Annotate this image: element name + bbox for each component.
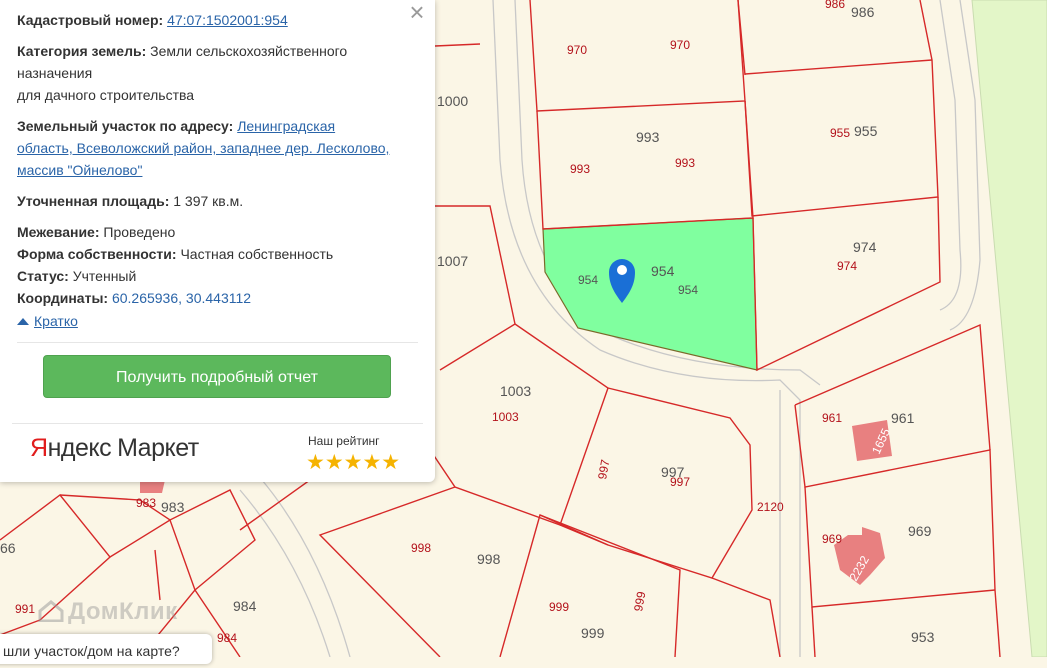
address-link-line2[interactable]: область, Всеволожский район, западнее де…	[17, 140, 389, 156]
plot-label: 2120	[757, 500, 784, 514]
coords-label: Координаты:	[17, 290, 109, 306]
plot-label: 954	[578, 273, 598, 287]
address-link[interactable]: Ленинградская	[237, 118, 335, 134]
address-label: Земельный участок по адресу:	[17, 118, 234, 134]
plot-label: 993	[636, 129, 660, 145]
area-value: 1 397 кв.м.	[173, 193, 244, 209]
plot-label: 983	[136, 496, 156, 510]
plot-label: 986	[825, 0, 845, 11]
plot-label: 969	[908, 523, 932, 539]
plot-label: 961	[822, 411, 842, 425]
plot-label: 998	[477, 551, 501, 567]
plot-label: 969	[822, 532, 842, 546]
plot-label: 954	[651, 263, 675, 279]
category-row: Категория земель: Земли сельскохозяйстве…	[17, 40, 417, 62]
category-label: Категория земель:	[17, 43, 147, 59]
plot-label: 993	[675, 156, 695, 170]
divider	[12, 423, 423, 424]
plot-label: 999	[581, 625, 605, 641]
survey-value: Проведено	[103, 224, 176, 240]
collapse-toggle-label[interactable]: Кратко	[34, 313, 78, 329]
watermark-text: ДомКлик	[68, 598, 178, 625]
cadastral-link[interactable]: 47:07:1502001:954	[167, 12, 288, 28]
plot-label: 974	[837, 259, 857, 273]
plot-label: 993	[570, 162, 590, 176]
plot-label: 955	[830, 126, 850, 140]
domclick-watermark: ДомКлик	[38, 598, 178, 626]
plot-label: 66	[0, 540, 16, 556]
divider	[17, 342, 418, 343]
rating-stars-icon[interactable]: ★★★★★	[306, 450, 400, 475]
cadastral-row: Кадастровый номер: 47:07:1502001:954	[17, 9, 417, 31]
plot-label: 998	[411, 541, 431, 555]
yandex-market-logo[interactable]: Яндекс Маркет	[30, 434, 199, 463]
logo-word-market: Маркет	[117, 434, 199, 462]
status-row: Статус: Учтенный	[17, 265, 417, 287]
house-icon	[38, 600, 64, 622]
status-label: Статус:	[17, 268, 69, 284]
category-value: Земли сельскохозяйственного	[150, 43, 348, 59]
survey-row: Межевание: Проведено	[17, 221, 417, 243]
plot-label: 970	[670, 38, 690, 52]
category-value-line2: назначения	[17, 65, 93, 81]
plot-label: 991	[15, 602, 35, 616]
ownership-row: Форма собственности: Частная собственнос…	[17, 243, 417, 265]
area-label: Уточненная площадь:	[17, 193, 170, 209]
plot-label: 984	[217, 631, 237, 645]
address-link-line3[interactable]: массив "Ойнелово"	[17, 162, 142, 178]
plot-label: 953	[911, 629, 935, 645]
ownership-label: Форма собственности:	[17, 246, 177, 262]
plot-label: 1000	[437, 93, 468, 109]
plot-label: 986	[851, 4, 875, 20]
address-row: Земельный участок по адресу: Ленинградск…	[17, 115, 417, 137]
plot-label: 1007	[437, 253, 468, 269]
triangle-up-icon	[17, 318, 29, 325]
survey-label: Межевание:	[17, 224, 100, 240]
rating-label: Наш рейтинг	[308, 434, 380, 448]
logo-letter: Я	[30, 434, 48, 462]
area-row: Уточненная площадь: 1 397 кв.м.	[17, 190, 417, 212]
plot-label: 1003	[500, 383, 531, 399]
plot-info-card: × Кадастровый номер: 47:07:1502001:954 К…	[0, 0, 435, 482]
plot-label: 974	[853, 239, 877, 255]
plot-label: 999	[549, 600, 569, 614]
plot-label: 984	[233, 598, 257, 614]
ownership-value: Частная собственность	[180, 246, 334, 262]
find-plot-prompt[interactable]: шли участок/дом на карте?	[0, 634, 212, 664]
plot-label: 970	[567, 43, 587, 57]
plot-details: Кадастровый номер: 47:07:1502001:954 Кат…	[17, 9, 417, 333]
plot-label: 983	[161, 499, 185, 515]
cadastral-label: Кадастровый номер:	[17, 12, 164, 28]
coords-value[interactable]: 60.265936, 30.443112	[112, 290, 251, 306]
category-value-line3: для дачного строительства	[17, 87, 195, 103]
plot-label: 955	[854, 123, 878, 139]
logo-word: ндекс	[47, 434, 112, 462]
plot-label: 954	[678, 283, 698, 297]
plot-label: 961	[891, 410, 915, 426]
coords-row: Координаты: 60.265936, 30.443112	[17, 287, 417, 309]
plot-label: 1003	[492, 410, 519, 424]
collapse-toggle[interactable]: Кратко	[17, 309, 417, 333]
get-report-button[interactable]: Получить подробный отчет	[43, 355, 391, 398]
plot-label: 997	[670, 475, 690, 489]
status-value: Учтенный	[72, 268, 137, 284]
